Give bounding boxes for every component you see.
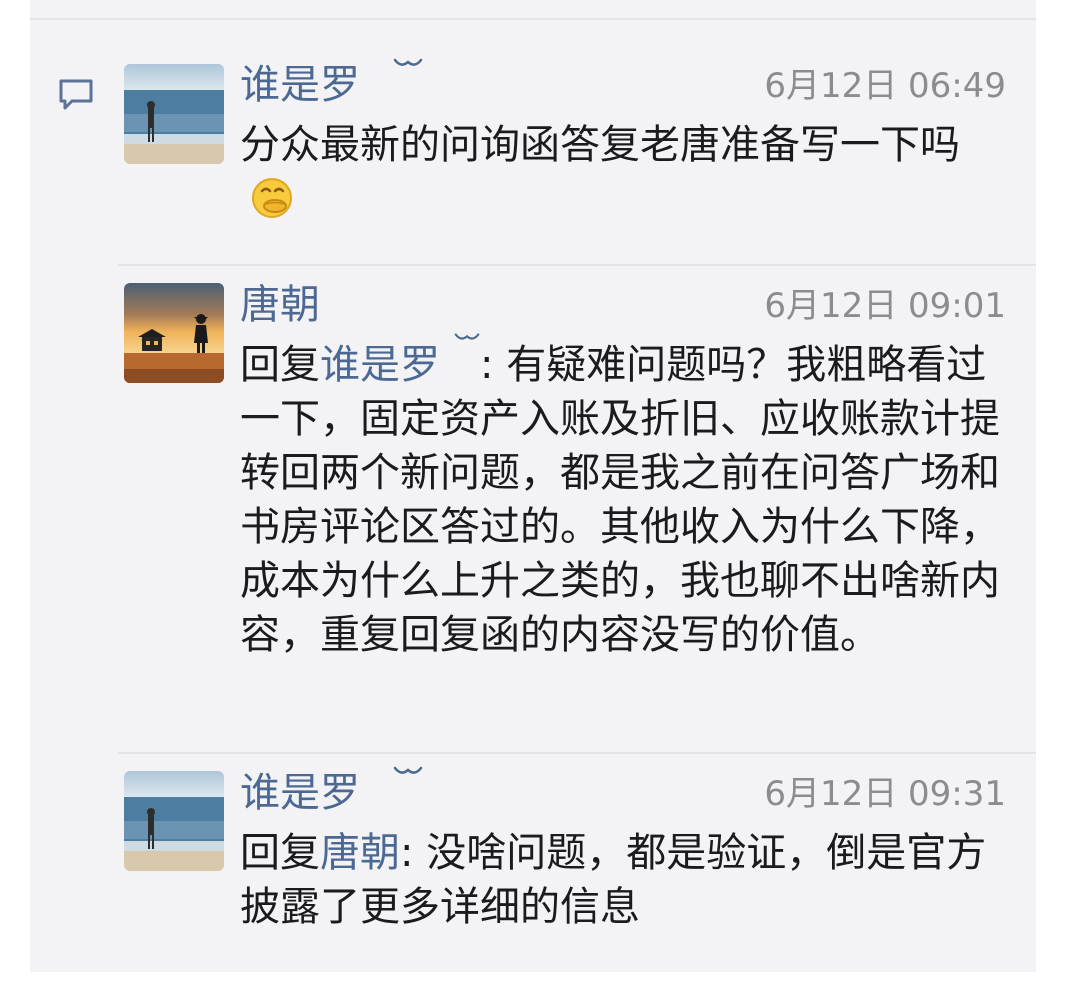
comment-divider — [118, 752, 1036, 754]
comment-time: 6月12日 09:01 — [764, 286, 1006, 326]
author-name[interactable]: 谁是罗 — [240, 58, 423, 110]
author-name[interactable]: 谁是罗 — [240, 766, 423, 818]
user-badge-icon — [393, 766, 422, 774]
comment-text: 回复谁是罗: 有疑难问题吗？我粗略看过一下，固定资产入账及折旧、应收账款计提转回… — [240, 333, 1010, 662]
avatar[interactable] — [124, 64, 224, 164]
comment-panel: 谁是罗 6月12日 06:49 分众最新的问询函答复老唐准备写一下吗 唐朝 6月… — [30, 0, 1036, 972]
comment-text: 分众最新的问询函答复老唐准备写一下吗 — [240, 118, 1010, 226]
reply-to-name[interactable]: 谁是罗 — [320, 342, 440, 388]
user-badge-icon — [454, 333, 480, 340]
face-with-hand-over-mouth-icon — [252, 178, 292, 218]
author-name[interactable]: 唐朝 — [240, 280, 320, 330]
comment-time: 6月12日 06:49 — [764, 66, 1006, 106]
reply-prefix: 回复 — [240, 830, 320, 876]
comment-icon[interactable] — [56, 76, 96, 116]
top-divider — [30, 18, 1036, 20]
comment-text: 回复唐朝: 没啥问题，都是验证，倒是官方披露了更多详细的信息 — [240, 830, 987, 930]
avatar[interactable] — [124, 771, 224, 871]
avatar[interactable] — [124, 283, 224, 383]
reply-prefix: 回复 — [240, 342, 320, 388]
comment-time: 6月12日 09:31 — [764, 774, 1006, 814]
comment-divider — [118, 264, 1036, 266]
user-badge-icon — [393, 58, 422, 66]
reply-to-name[interactable]: 唐朝 — [320, 830, 400, 876]
